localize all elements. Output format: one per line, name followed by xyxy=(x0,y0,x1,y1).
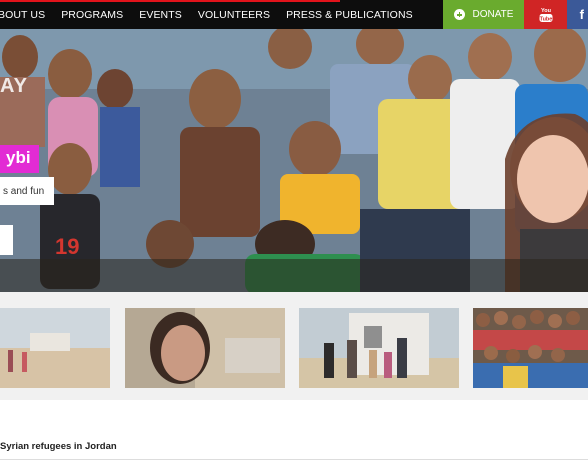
thumbnail-strip xyxy=(0,292,588,400)
thumbnail-crowd[interactable] xyxy=(473,308,588,388)
donate-label: DONATE xyxy=(472,9,514,20)
desert-camp-photo xyxy=(0,308,110,388)
youtube-icon: You Tube xyxy=(539,8,552,22)
facebook-icon: f xyxy=(579,7,584,22)
refugee-family-photo xyxy=(299,308,459,388)
thumbnail-girl-portrait[interactable] xyxy=(125,308,285,388)
nav-item-events[interactable]: EVENTS xyxy=(139,9,182,21)
thumbnail-refugee-family[interactable] xyxy=(299,308,459,388)
donate-button[interactable]: DONATE xyxy=(443,0,524,29)
hero-badge: ybi xyxy=(0,145,39,173)
girl-portrait-photo xyxy=(125,308,285,388)
youtube-button[interactable]: You Tube xyxy=(524,0,567,29)
facebook-button[interactable]: f xyxy=(567,0,588,29)
nav-item-press-publications[interactable]: PRESS & PUBLICATIONS xyxy=(286,9,413,21)
nav-item-about-us[interactable]: BOUT US xyxy=(0,9,45,21)
nav-item-volunteers[interactable]: VOLUNTEERS xyxy=(198,9,270,21)
hero-button[interactable] xyxy=(0,225,13,255)
nav-item-programs[interactable]: PROGRAMS xyxy=(61,9,123,21)
svg-text:Tube: Tube xyxy=(539,16,552,22)
main-nav: BOUT US PROGRAMS EVENTS VOLUNTEERS PRESS… xyxy=(0,0,413,29)
hero-title: AY xyxy=(0,75,28,97)
svg-text:You: You xyxy=(541,8,551,14)
plus-circle-icon xyxy=(453,9,465,20)
hero-banner: 19 AY ybi s and fun xyxy=(0,29,588,292)
divider xyxy=(0,459,588,460)
crowd-photo xyxy=(473,308,588,388)
section-caption: Syrian refugees in Jordan xyxy=(0,441,117,452)
hero-subtitle: s and fun xyxy=(0,177,55,205)
thumbnail-desert-camp[interactable] xyxy=(0,308,110,388)
hero-photo-children-crowd: 19 xyxy=(0,29,588,292)
svg-text:19: 19 xyxy=(55,234,79,259)
